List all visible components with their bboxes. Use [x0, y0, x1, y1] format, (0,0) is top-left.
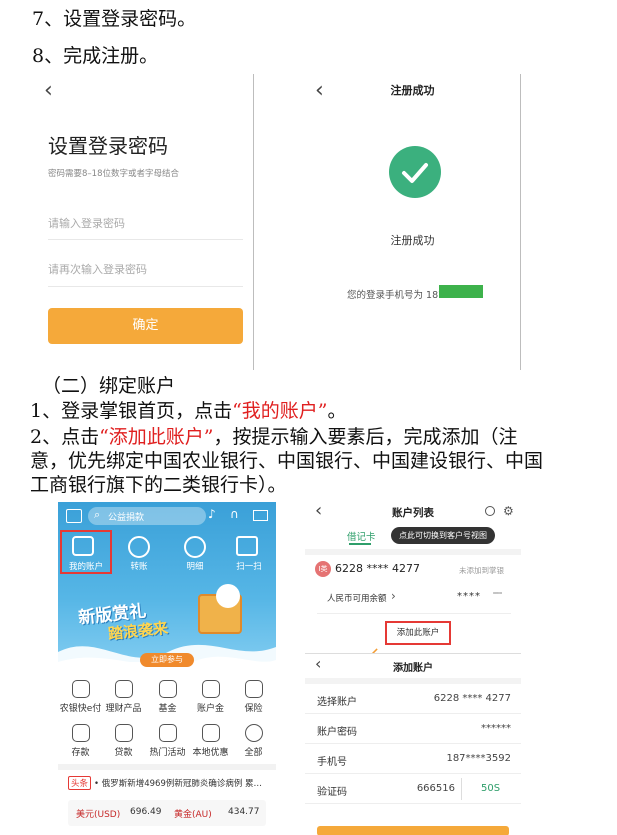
section-title: （二）绑定账户 — [42, 375, 176, 397]
fx-gold-value: 434.77 — [228, 807, 260, 817]
coins-icon — [114, 680, 133, 698]
join-now-button[interactable]: 立即参与 — [140, 653, 194, 667]
balance-arrow-icon[interactable]: › — [391, 589, 396, 603]
settings-icon[interactable]: ⚙ — [503, 504, 514, 518]
paragraph-2: 2、点击“添加此账户”，按提示输入要素后，完成添加（注 — [30, 426, 518, 448]
menu-activities[interactable]: 热门活动 — [145, 724, 190, 758]
card-number: 6228 **** 4277 — [335, 562, 420, 575]
menu-deposit[interactable]: 存款 — [58, 724, 103, 758]
step-8-text: 8、完成注册。 — [32, 45, 159, 67]
headset-icon[interactable]: ∩ — [230, 507, 239, 521]
bag-icon — [201, 724, 220, 742]
eye-closed-icon[interactable]: ﹌ — [493, 590, 502, 603]
card-status: 未添加到掌银 — [459, 566, 504, 575]
quick-scan[interactable]: 扫一扫 — [226, 560, 272, 572]
bank-home-screenshot: ⌕ 公益捐款 ♪ ∩ 我的账户 转账 明细 扫一扫 新版赏礼 踏浪袭来 立即参与… — [58, 502, 276, 835]
tab-debit-card[interactable]: 借记卡 — [347, 529, 376, 543]
step-7-text: 7、设置登录密码。 — [32, 8, 197, 30]
balance-mask: **** — [457, 591, 481, 602]
clock-icon[interactable] — [485, 506, 495, 516]
menu-account-gold[interactable]: 账户金 — [188, 680, 233, 714]
tab-underline — [349, 543, 371, 545]
select-account-row[interactable]: 选择账户 6228 **** 4277 — [305, 684, 521, 714]
menu-quick-pay[interactable]: 农银快e付 — [58, 680, 103, 714]
money-icon — [114, 724, 133, 742]
house-icon — [71, 724, 90, 742]
more-icon — [244, 724, 263, 742]
menu-all[interactable]: 全部 — [231, 724, 276, 758]
back-icon[interactable]: ‹ — [44, 78, 53, 103]
success-status: 注册成功 — [390, 234, 435, 247]
quick-transfer[interactable]: 转账 — [116, 560, 162, 572]
card-type-badge: I类 — [315, 561, 331, 577]
quick-details[interactable]: 明细 — [172, 560, 218, 572]
mail-icon[interactable] — [253, 510, 268, 521]
account-password-row[interactable]: 账户密码 ****** — [305, 714, 521, 744]
menu-loan[interactable]: 贷款 — [101, 724, 146, 758]
headline-tag: 头条 — [68, 776, 92, 790]
menu-insurance[interactable]: 保险 — [231, 680, 276, 714]
account-list-screenshot: ‹ 账户列表 ⚙ 借记卡 点此可切换到客户号视图 I类 6228 **** 42… — [305, 495, 521, 835]
screenshot-divider — [253, 74, 254, 370]
details-icon[interactable] — [184, 536, 206, 558]
search-input[interactable]: 公益捐款 — [108, 510, 144, 523]
paragraph-2-line-2: 意，优先绑定中国农业银行、中国银行、中国建设银行、中国 — [30, 450, 544, 472]
fx-usd-label: 美元(USD) — [76, 810, 121, 820]
register-success-screenshot: ‹ 注册成功 注册成功 您的登录手机号为 187 — [305, 74, 520, 370]
verification-code-row[interactable]: 验证码 666516 50S — [305, 774, 521, 804]
section-gap — [58, 764, 276, 770]
password-hint: 密码需要8–18位数字或者字母结合 — [48, 169, 179, 179]
scan-icon[interactable] — [236, 536, 258, 556]
confirm-button[interactable]: 确定 — [48, 308, 243, 344]
mascot-illustration — [216, 584, 240, 608]
menu-wealth[interactable]: 理财产品 — [101, 680, 146, 714]
sms-countdown-button[interactable]: 50S — [481, 783, 500, 794]
phone-mask — [439, 285, 483, 298]
section-gap — [305, 549, 521, 555]
fx-gold-label: 黄金(AU) — [174, 810, 212, 820]
search-icon: ⌕ — [94, 508, 101, 521]
pot-icon — [201, 680, 220, 698]
add-this-account-button[interactable]: 添加此账户 — [385, 626, 451, 638]
add-account-form: ‹ 添加账户 选择账户 6228 **** 4277 账户密码 ****** 手机号… — [305, 653, 521, 835]
field-divider — [48, 286, 243, 287]
menu-local-offers[interactable]: 本地优惠 — [188, 724, 233, 758]
password-input[interactable]: 请输入登录密码 — [48, 215, 125, 231]
shield-icon — [71, 680, 90, 698]
my-account-icon[interactable] — [72, 536, 94, 556]
fx-panel[interactable]: 美元(USD) 696.49 黄金(AU) 434.77 — [68, 800, 266, 826]
field-divider — [48, 239, 243, 240]
paragraph-1: 1、登录掌银首页，点击“我的账户”。 — [30, 400, 347, 422]
set-password-title: 设置登录密码 — [48, 134, 168, 158]
phone-text: 您的登录手机号为 187 — [347, 290, 445, 301]
screenshot-divider — [520, 74, 521, 370]
quick-my-account[interactable]: 我的账户 — [58, 560, 114, 572]
success-header: 注册成功 — [390, 84, 435, 97]
phone-row[interactable]: 手机号 187****3592 — [305, 744, 521, 774]
paragraph-2-line-3: 工商银行旗下的二类银行卡）。 — [30, 474, 287, 496]
microphone-icon[interactable]: ♪ — [208, 507, 216, 521]
balance-label: 人民币可用余额 — [327, 594, 387, 604]
gift-icon[interactable] — [66, 509, 82, 523]
confirm-password-input[interactable]: 请再次输入登录密码 — [48, 261, 147, 277]
view-switch-tooltip: 点此可切换到客户号视图 — [391, 527, 495, 544]
submit-button[interactable] — [317, 826, 509, 835]
headline-text[interactable]: • 俄罗斯新增4969例新冠肺炎确诊病例 累… — [94, 777, 262, 789]
transfer-icon[interactable] — [128, 536, 150, 558]
card-divider — [317, 613, 511, 614]
set-password-screenshot: ‹ 设置登录密码 密码需要8–18位数字或者字母结合 请输入登录密码 请再次输入… — [38, 74, 253, 370]
menu-fund[interactable]: 基金 — [145, 680, 190, 714]
document-icon — [244, 680, 263, 698]
chart-icon — [158, 680, 177, 698]
search-bar[interactable]: ⌕ 公益捐款 — [88, 507, 206, 525]
code-divider — [461, 778, 462, 800]
megaphone-icon — [158, 724, 177, 742]
fx-usd-value: 696.49 — [130, 807, 162, 817]
add-account-title: 添加账户 — [393, 663, 433, 674]
check-circle-icon — [389, 146, 441, 198]
